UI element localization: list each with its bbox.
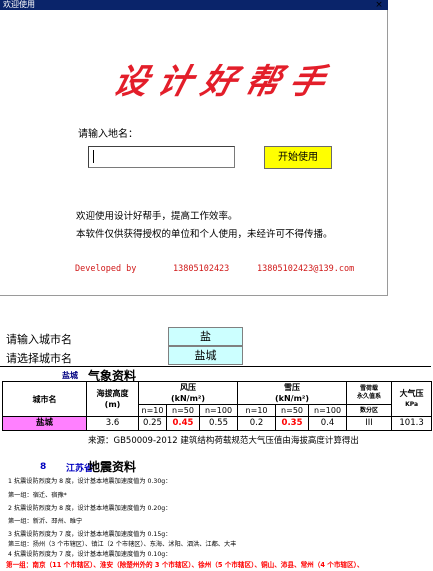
col-header-pressure: 大气压 KPa bbox=[391, 381, 433, 417]
wind-n50: n=50 bbox=[166, 404, 200, 417]
wind-10-value: 0.25 bbox=[138, 416, 167, 431]
col-header-altitude: 海拔高度 (m) bbox=[86, 381, 139, 417]
wind-label: 风压 bbox=[180, 383, 197, 392]
place-name-input[interactable] bbox=[88, 146, 235, 168]
close-button[interactable]: × bbox=[372, 0, 386, 10]
developer-email: 13805102423@139.com bbox=[257, 264, 355, 274]
col-header-wind: 风压 (kN/m²) bbox=[137, 381, 239, 405]
pressure-label: 大气压 bbox=[399, 389, 424, 398]
seismic-line-highlight: 第一组：南京（11 个市辖区）、淮安（除楚州外的 3 个市辖区）、徐州（5 个市… bbox=[6, 561, 364, 569]
app-logo-text: 设计好帮手 bbox=[109, 62, 339, 102]
weather-table: 城市名 海拔高度 (m) 风压 (kN/m²) 雪压 (kN/m²) 雪荷载 永… bbox=[2, 381, 433, 431]
pressure-value: 101.3 bbox=[391, 416, 433, 431]
start-button[interactable]: 开始使用 bbox=[264, 146, 332, 169]
city-select-cell[interactable]: 盐城 bbox=[168, 346, 243, 365]
city-input-cell[interactable]: 盐 bbox=[168, 327, 243, 346]
seismic-heading: 地震资料 bbox=[88, 460, 137, 474]
altitude-value: 3.6 bbox=[86, 416, 139, 431]
seismic-line: 1 抗震设防烈度为 8 度，设计基本地震加速度值为 0.30g： bbox=[8, 478, 172, 485]
snow-unit: (kN/m²) bbox=[275, 394, 310, 403]
weather-city-tag: 盐城 bbox=[62, 371, 78, 380]
wind-n10: n=10 bbox=[138, 404, 167, 417]
pressure-unit: KPa bbox=[405, 401, 419, 408]
wind-n100: n=100 bbox=[198, 404, 239, 417]
wind-100-value: 0.55 bbox=[198, 416, 239, 431]
snow-100-value: 0.4 bbox=[308, 416, 348, 431]
dialog-title: 欢迎使用 bbox=[3, 0, 35, 9]
snow-zone-value: III bbox=[346, 416, 393, 431]
developer-label: Developed by bbox=[75, 264, 137, 274]
altitude-label: 海拔高度 bbox=[96, 389, 129, 398]
altitude-unit: (m) bbox=[104, 400, 121, 409]
seismic-line: 第一组：新沂、邳州、睢宁 bbox=[8, 518, 83, 525]
snow-50-value: 0.35 bbox=[275, 416, 310, 431]
intro-text-2: 本软件仅供获得授权的单位和个人使用，未经许可不得传播。 bbox=[76, 229, 333, 240]
wind-50-value: 0.45 bbox=[166, 416, 200, 431]
col-header-snow: 雪压 (kN/m²) bbox=[237, 381, 348, 405]
seismic-line: 2 抗震设防烈度为 8 度，设计基本地震加速度值为 0.20g： bbox=[8, 505, 172, 512]
section-divider bbox=[0, 366, 431, 367]
snow-zone-label: 雪荷载 bbox=[360, 385, 379, 392]
text-caret bbox=[93, 150, 94, 163]
seismic-line: 第三组：扬州（3 个市辖区）、镇江（2 个市辖区）、东海、沭阳、泗洪、江都、大丰 bbox=[8, 541, 237, 548]
developer-phone: 13805102423 bbox=[173, 264, 230, 274]
wind-unit: (kN/m²) bbox=[170, 394, 206, 403]
snow-zone-label-2: 永久值系 bbox=[357, 393, 382, 400]
snow-n10: n=10 bbox=[237, 404, 277, 417]
city-select-label: 请选择城市名 bbox=[6, 352, 72, 365]
city-input-label: 请输入城市名 bbox=[6, 333, 72, 346]
place-name-prompt: 请输入地名： bbox=[78, 129, 138, 140]
seismic-number: 8 bbox=[40, 462, 47, 472]
welcome-dialog: 欢迎使用 × 设计好帮手 请输入地名： 开始使用 欢迎使用设计好帮手，提高工作效… bbox=[0, 0, 388, 296]
snow-zone-label-3: 数分区 bbox=[346, 404, 393, 417]
intro-text-1: 欢迎使用设计好帮手，提高工作效率。 bbox=[76, 211, 238, 222]
row-city[interactable]: 盐城 bbox=[2, 416, 87, 431]
seismic-line: 4 抗震设防烈度为 7 度，设计基本地震加速度值为 0.10g： bbox=[8, 551, 172, 558]
col-header-snow-zone: 雪荷载 永久值系 bbox=[346, 381, 393, 405]
snow-n100: n=100 bbox=[308, 404, 348, 417]
snow-n50: n=50 bbox=[275, 404, 310, 417]
seismic-line: 3 抗震设防烈度为 7 度，设计基本地震加速度值为 0.15g： bbox=[8, 531, 172, 538]
seismic-line: 第一组：宿迁、宿豫* bbox=[8, 492, 67, 499]
snow-label: 雪压 bbox=[284, 383, 301, 392]
snow-10-value: 0.2 bbox=[237, 416, 277, 431]
data-source-note: 来源：GB50009-2012 建筑结构荷载规范大气压值由海拔高度计算得出 bbox=[88, 436, 359, 446]
dialog-titlebar[interactable]: 欢迎使用 bbox=[0, 0, 388, 10]
col-header-city: 城市名 bbox=[2, 381, 87, 417]
